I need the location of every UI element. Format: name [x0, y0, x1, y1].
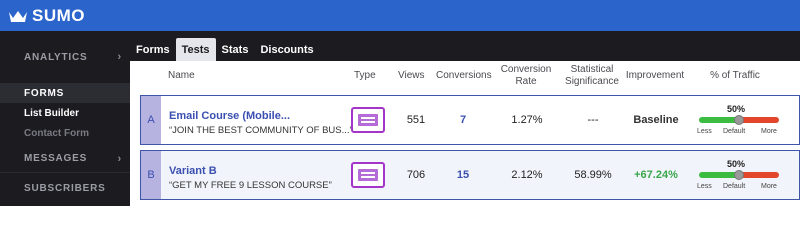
tab-tests[interactable]: Tests	[175, 38, 216, 61]
conversions-link[interactable]: 7	[453, 114, 473, 126]
header-type: Type	[354, 70, 376, 81]
header-conversions: Conversions	[436, 70, 492, 81]
sidebar-item-label: SUBSCRIBERS	[24, 182, 106, 194]
slider-label-less: Less	[697, 128, 712, 135]
sidebar-item-forms[interactable]: FORMS	[0, 83, 130, 103]
slider-handle[interactable]	[734, 115, 744, 125]
table-row[interactable]: A Email Course (Mobile... “JOIN THE BEST…	[140, 95, 800, 145]
variant-letter: B	[141, 151, 161, 199]
slider-label-less: Less	[697, 183, 712, 190]
header-name: Name	[168, 70, 195, 81]
sidebar-item-label: FORMS	[24, 87, 65, 99]
tests-table: Name Type Views Conversions Conversion R…	[130, 61, 800, 206]
traffic-slider[interactable]: 50% Less Default More	[697, 100, 781, 140]
popup-form-icon	[351, 107, 385, 133]
views-value: 706	[406, 169, 426, 181]
improvement-value: Baseline	[633, 114, 679, 126]
header-views: Views	[398, 70, 425, 81]
sidebar-item-contact-form[interactable]: Contact Form	[0, 123, 130, 143]
sidebar-item-label: List Builder	[24, 107, 80, 119]
tab-discounts[interactable]: Discounts	[254, 39, 319, 61]
slider-label-default: Default	[723, 128, 746, 135]
sumo-logo[interactable]: SUMO	[8, 6, 85, 26]
slider-label-default: Default	[723, 183, 746, 190]
chevron-right-icon: ›	[117, 152, 122, 165]
significance-value: 58.99%	[574, 169, 612, 181]
sidebar-item-list-builder[interactable]: List Builder	[0, 103, 130, 123]
header-conversion-rate: Conversion Rate	[500, 64, 552, 87]
views-value: 551	[406, 114, 426, 126]
variant-letter: A	[141, 96, 161, 144]
sidebar-item-label: Contact Form	[24, 127, 89, 139]
sidebar-item-analytics[interactable]: ANALYTICS ›	[0, 31, 130, 83]
variant-name-link[interactable]: Email Course (Mobile...	[169, 110, 290, 122]
sidebar-item-subscribers[interactable]: SUBSCRIBERS	[0, 173, 130, 203]
slider-label-more: More	[761, 183, 777, 190]
variant-name-link[interactable]: Variant B	[169, 165, 217, 177]
traffic-slider[interactable]: 50% Less Default More	[697, 155, 781, 195]
crown-icon	[9, 10, 27, 22]
top-bar: SUMO	[0, 0, 800, 31]
conversion-rate-value: 2.12%	[511, 169, 543, 181]
sidebar: ANALYTICS › FORMS List Builder Contact F…	[0, 31, 130, 206]
slider-label-more: More	[761, 128, 777, 135]
improvement-value: +67.24%	[634, 169, 678, 181]
header-improvement: Improvement	[625, 70, 685, 81]
popup-form-icon	[351, 162, 385, 188]
significance-value: ---	[587, 114, 599, 126]
variant-headline: “JOIN THE BEST COMMUNITY OF BUS...”	[169, 125, 353, 136]
slider-handle[interactable]	[734, 170, 744, 180]
brand-name: SUMO	[32, 5, 85, 25]
conversions-link[interactable]: 15	[453, 169, 473, 181]
header-traffic: % of Traffic	[710, 70, 760, 81]
tab-forms[interactable]: Forms	[130, 39, 176, 61]
sidebar-item-label: ANALYTICS	[24, 51, 88, 63]
tab-bar: Forms Tests Stats Discounts	[130, 31, 800, 61]
traffic-percent: 50%	[727, 104, 746, 114]
sidebar-item-label: MESSAGES	[24, 153, 88, 164]
variant-headline: “GET MY FREE 9 LESSON COURSE”	[169, 180, 332, 191]
table-header: Name Type Views Conversions Conversion R…	[130, 61, 800, 95]
tab-stats[interactable]: Stats	[216, 39, 255, 61]
table-row[interactable]: B Variant B “GET MY FREE 9 LESSON COURSE…	[140, 150, 800, 200]
header-statistical-significance: Statistical Significance	[565, 64, 619, 87]
sidebar-item-messages[interactable]: MESSAGES ›	[0, 145, 130, 173]
traffic-percent: 50%	[727, 159, 746, 169]
conversion-rate-value: 1.27%	[511, 114, 543, 126]
chevron-right-icon: ›	[117, 51, 122, 63]
